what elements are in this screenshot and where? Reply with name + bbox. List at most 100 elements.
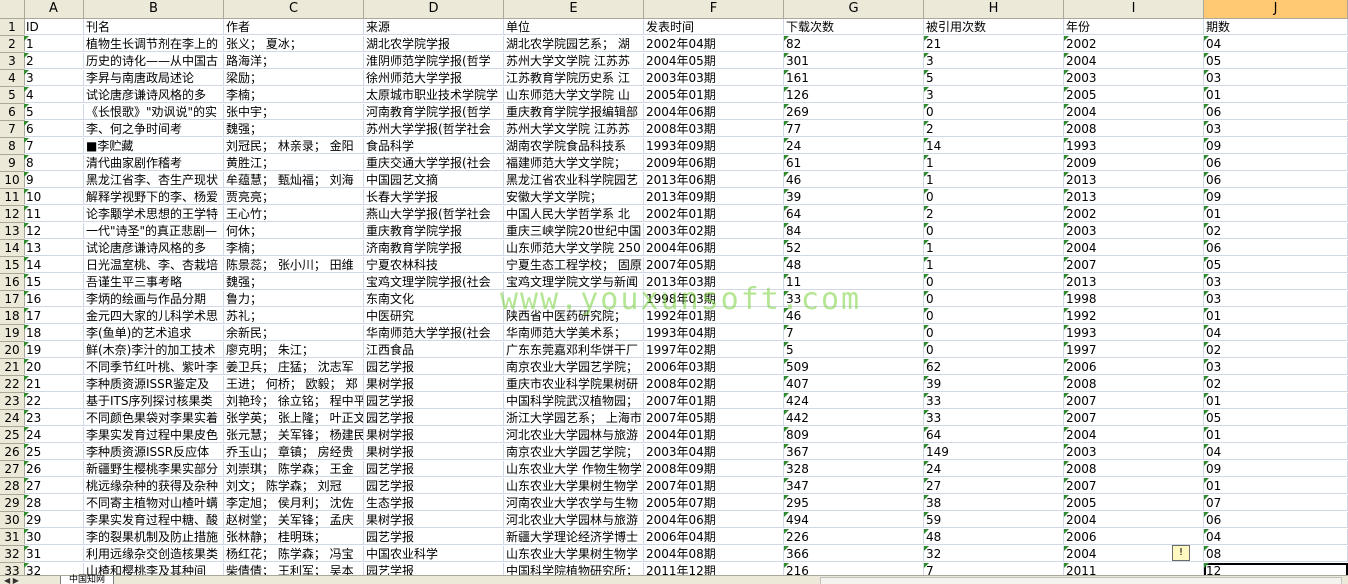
cell-d19[interactable]: 华南师范大学学报(社会 [364, 325, 504, 341]
cell-j21[interactable]: 03 [1204, 359, 1348, 375]
row-number[interactable]: 15 [0, 257, 25, 274]
row-number[interactable]: 14 [0, 240, 25, 257]
cell-a1[interactable]: ID [24, 19, 84, 35]
cell-i20[interactable]: 1997 [1064, 342, 1204, 358]
cell-h14[interactable]: 1 [924, 240, 1064, 256]
cell-i31[interactable]: 2006 [1064, 529, 1204, 545]
cell-f5[interactable]: 2005年01期 [644, 87, 784, 103]
cell-h19[interactable]: 0 [924, 325, 1064, 341]
cell-f7[interactable]: 2008年03期 [644, 121, 784, 137]
cell-e5[interactable]: 山东师范大学文学院 山 [504, 87, 644, 103]
cell-g9[interactable]: 61 [784, 155, 924, 171]
cell-h13[interactable]: 0 [924, 223, 1064, 239]
row-number[interactable]: 31 [0, 529, 25, 546]
cell-j13[interactable]: 02 [1204, 223, 1348, 239]
cell-b15[interactable]: 日光温室桃、李、杏栽培 [84, 257, 224, 273]
cell-g1[interactable]: 下载次数 [784, 19, 924, 35]
cell-h18[interactable]: 0 [924, 308, 1064, 324]
cell-h8[interactable]: 14 [924, 138, 1064, 154]
cell-h22[interactable]: 39 [924, 376, 1064, 392]
cell-g29[interactable]: 295 [784, 495, 924, 511]
cell-f12[interactable]: 2002年01期 [644, 206, 784, 222]
row-number[interactable]: 20 [0, 342, 25, 359]
cell-b22[interactable]: 李种质资源ISSR鉴定及 [84, 376, 224, 392]
cell-g26[interactable]: 367 [784, 444, 924, 460]
cell-c7[interactable]: 魏强； [224, 121, 364, 137]
cell-i4[interactable]: 2003 [1064, 70, 1204, 86]
cell-i7[interactable]: 2008 [1064, 121, 1204, 137]
cell-b17[interactable]: 李炳的绘画与作品分期 [84, 291, 224, 307]
cell-b11[interactable]: 解释学视野下的李、杨爱 [84, 189, 224, 205]
warning-icon[interactable]: ! [1172, 545, 1190, 561]
cell-c18[interactable]: 苏礼； [224, 308, 364, 324]
cell-e3[interactable]: 苏州大学文学院 江苏苏 [504, 53, 644, 69]
cell-h27[interactable]: 24 [924, 461, 1064, 477]
cell-a15[interactable]: 14 [24, 257, 84, 273]
cell-c14[interactable]: 李楠； [224, 240, 364, 256]
cell-d9[interactable]: 重庆交通大学学报(社会 [364, 155, 504, 171]
cell-i28[interactable]: 2007 [1064, 478, 1204, 494]
tab-scroll-arrows-icon[interactable]: ◀ ▶ [4, 576, 19, 584]
cell-g20[interactable]: 5 [784, 342, 924, 358]
cell-b24[interactable]: 不同颜色果袋对李果实着 [84, 410, 224, 426]
cell-e17[interactable] [504, 291, 644, 307]
cell-d4[interactable]: 徐州师范大学学报 [364, 70, 504, 86]
cell-d25[interactable]: 果树学报 [364, 427, 504, 443]
cell-a11[interactable]: 10 [24, 189, 84, 205]
cell-g5[interactable]: 126 [784, 87, 924, 103]
row-number[interactable]: 26 [0, 444, 25, 461]
cell-a7[interactable]: 6 [24, 121, 84, 137]
cell-b27[interactable]: 新疆野生樱桃李果实部分 [84, 461, 224, 477]
row-number[interactable]: 29 [0, 495, 25, 512]
cell-c27[interactable]: 刘崇琪； 陈学森； 王金 [224, 461, 364, 477]
cell-c31[interactable]: 张林静； 桂明珠； [224, 529, 364, 545]
cell-g28[interactable]: 347 [784, 478, 924, 494]
cell-f15[interactable]: 2007年05期 [644, 257, 784, 273]
cell-g23[interactable]: 424 [784, 393, 924, 409]
cell-e27[interactable]: 山东农业大学 作物生物学 [504, 461, 644, 477]
cell-b9[interactable]: 清代曲家剧作稽考 [84, 155, 224, 171]
cell-j12[interactable]: 01 [1204, 206, 1348, 222]
cell-a24[interactable]: 23 [24, 410, 84, 426]
cell-e26[interactable]: 南京农业大学园艺学院； [504, 444, 644, 460]
cell-f31[interactable]: 2006年04期 [644, 529, 784, 545]
cell-j8[interactable]: 09 [1204, 138, 1348, 154]
cell-c4[interactable]: 梁励； [224, 70, 364, 86]
cell-i21[interactable]: 2006 [1064, 359, 1204, 375]
cell-h20[interactable]: 0 [924, 342, 1064, 358]
column-header-f[interactable]: F [644, 0, 784, 19]
row-number[interactable]: 22 [0, 376, 25, 393]
cell-j28[interactable]: 01 [1204, 478, 1348, 494]
cell-e25[interactable]: 河北农业大学园林与旅游 [504, 427, 644, 443]
cell-i23[interactable]: 2007 [1064, 393, 1204, 409]
cell-h24[interactable]: 33 [924, 410, 1064, 426]
cell-e29[interactable]: 河南农业大学农学与生物 [504, 495, 644, 511]
cell-b8[interactable]: ■李贮藏 [84, 138, 224, 154]
cell-f25[interactable]: 2004年01期 [644, 427, 784, 443]
cell-i5[interactable]: 2005 [1064, 87, 1204, 103]
cell-b3[interactable]: 历史的诗化——从中国古 [84, 53, 224, 69]
cell-i19[interactable]: 1993 [1064, 325, 1204, 341]
cell-c19[interactable]: 余新民； [224, 325, 364, 341]
cell-h5[interactable]: 3 [924, 87, 1064, 103]
cell-i12[interactable]: 2002 [1064, 206, 1204, 222]
cell-j26[interactable]: 04 [1204, 444, 1348, 460]
cell-b29[interactable]: 不同寄主植物对山楂叶螨 [84, 495, 224, 511]
cell-i24[interactable]: 2007 [1064, 410, 1204, 426]
cell-h32[interactable]: 32 [924, 546, 1064, 562]
cell-g19[interactable]: 7 [784, 325, 924, 341]
cell-b21[interactable]: 不同季节红叶桃、紫叶李 [84, 359, 224, 375]
cell-a12[interactable]: 11 [24, 206, 84, 222]
cell-j3[interactable]: 05 [1204, 53, 1348, 69]
cell-a25[interactable]: 24 [24, 427, 84, 443]
cell-f2[interactable]: 2002年04期 [644, 36, 784, 52]
cell-b10[interactable]: 黑龙江省李、杏生产现状 [84, 172, 224, 188]
cell-e16[interactable]: 宝鸡文理学院文学与新闻 [504, 274, 644, 290]
cell-g15[interactable]: 48 [784, 257, 924, 273]
cell-g2[interactable]: 82 [784, 36, 924, 52]
cell-c32[interactable]: 杨红花； 陈学森； 冯宝 [224, 546, 364, 562]
row-number[interactable]: 4 [0, 70, 25, 87]
row-number[interactable]: 12 [0, 206, 25, 223]
cell-b12[interactable]: 论李颙学术思想的王学特 [84, 206, 224, 222]
cell-g31[interactable]: 226 [784, 529, 924, 545]
